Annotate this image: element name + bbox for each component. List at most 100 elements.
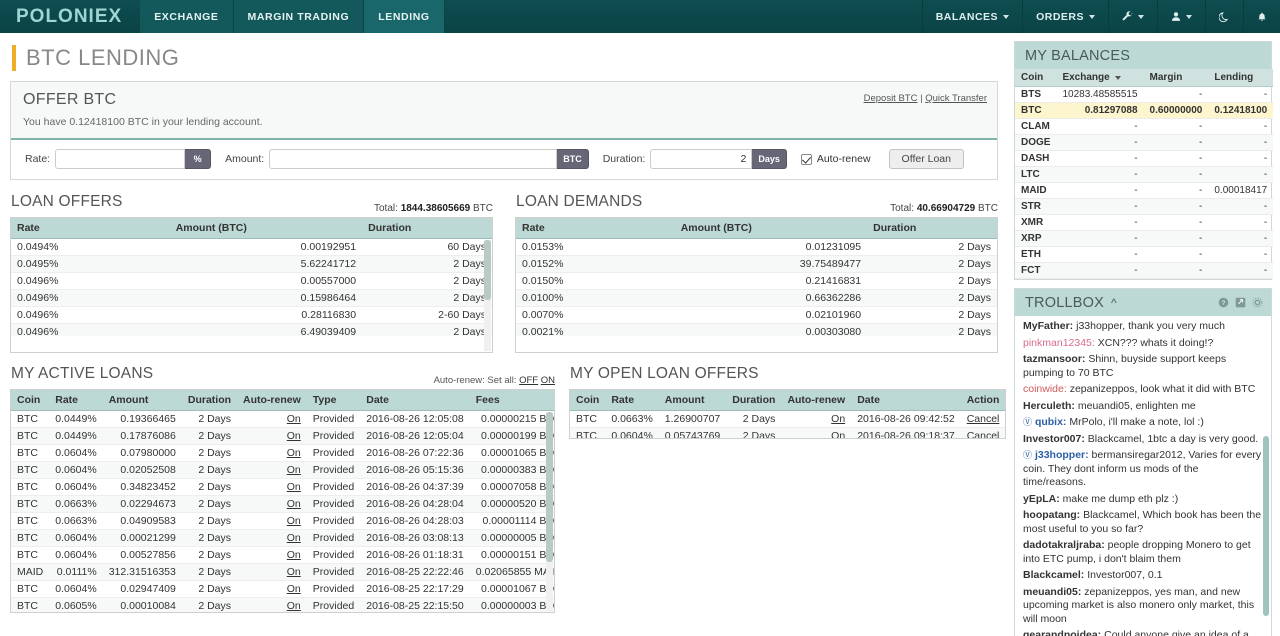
gear-icon[interactable] <box>1252 297 1263 308</box>
table-row[interactable]: BTC 0.0604% 0.07980000 2 Days On Provided 2016… <box>11 444 554 462</box>
trollbox-username[interactable]: MyFather: <box>1023 320 1073 332</box>
table-row[interactable]: 0.0153% 0.01231095 2 Days <box>516 238 997 256</box>
scrollbar-thumb[interactable] <box>484 240 491 300</box>
popout-icon[interactable] <box>1235 297 1246 308</box>
trollbox-username[interactable]: tazmansoor: <box>1023 353 1085 365</box>
autorenew-toggle[interactable]: Auto-renew <box>800 153 871 165</box>
table-row[interactable]: 0.0494% 0.00192951 60 Days <box>11 238 492 256</box>
col-amount[interactable]: Amount <box>102 390 182 411</box>
col-coin[interactable]: Coin <box>11 390 50 411</box>
cell-autorenew[interactable]: On <box>781 427 852 438</box>
cell-action[interactable]: Cancel <box>960 410 1006 428</box>
col-autorenew[interactable]: Auto-renew <box>237 390 307 411</box>
autorenew-on-link[interactable]: On <box>287 566 301 578</box>
table-row[interactable]: BTC 0.0663% 1.26900707 2 Days On 2016-08-26 0… <box>570 410 1006 428</box>
balance-row[interactable]: CLAM - - - <box>1015 118 1274 135</box>
rate-input[interactable] <box>55 149 186 169</box>
autorenew-checkbox[interactable] <box>800 153 812 165</box>
trollbox-username[interactable]: coinwide: <box>1023 383 1067 395</box>
table-row[interactable]: 0.0100% 0.66362286 2 Days <box>516 289 997 307</box>
col-margin[interactable]: Margin <box>1143 69 1209 87</box>
autorenew-on-link[interactable]: On <box>287 430 301 442</box>
chevron-up-icon[interactable]: ^ <box>1111 296 1117 310</box>
col-rate[interactable]: Rate <box>49 390 103 411</box>
trollbox-username[interactable]: meuandi05: <box>1023 586 1081 598</box>
trollbox-username[interactable]: Blackcamel: <box>1023 569 1084 581</box>
col-exchange[interactable]: Exchange <box>1056 69 1144 87</box>
col-lending[interactable]: Lending <box>1208 69 1274 87</box>
autorenew-on-link[interactable]: On <box>831 413 845 425</box>
balance-row[interactable]: BTS 10283.48585515- - <box>1015 86 1274 103</box>
autorenew-on-link[interactable]: On <box>287 532 301 544</box>
amount-input[interactable] <box>269 149 558 169</box>
autorenew-on-link[interactable]: On <box>287 481 301 493</box>
col-duration[interactable]: Duration <box>181 390 238 411</box>
open-offers-scroll[interactable]: Coin Rate Amount Duration Auto-renew Dat… <box>570 390 1006 438</box>
trollbox-username[interactable]: Herculeth: <box>1023 400 1075 412</box>
trollbox-username[interactable]: dadotakraljraba: <box>1023 539 1105 551</box>
loan-demands-scroll[interactable]: Rate Amount (BTC) Duration 0.0153% 0.0123… <box>516 218 997 336</box>
nav-account-menu[interactable] <box>1157 0 1205 33</box>
quick-transfer-link[interactable]: Quick Transfer <box>925 93 987 104</box>
col-fees[interactable]: Fees <box>469 390 554 411</box>
col-autorenew[interactable]: Auto-renew <box>781 390 852 411</box>
balance-row[interactable]: MAID - -0.00018417 <box>1015 182 1274 199</box>
cancel-link[interactable]: Cancel <box>967 430 1000 438</box>
active-loans-scrollbar[interactable] <box>546 412 553 611</box>
cell-action[interactable]: Cancel <box>960 427 1006 438</box>
scrollbar-thumb[interactable] <box>546 412 553 562</box>
col-coin[interactable]: Coin <box>570 390 606 411</box>
table-row[interactable]: BTC 0.0663% 0.04909583 2 Days On Provided 2016… <box>11 512 554 530</box>
cell-autorenew[interactable]: On <box>237 444 307 462</box>
autorenew-on-link[interactable]: On <box>287 515 301 527</box>
table-row[interactable]: 0.0070% 0.02101960 2 Days <box>516 306 997 324</box>
loan-offers-scroll[interactable]: Rate Amount (BTC) Duration 0.0494% 0.0019… <box>11 218 492 336</box>
table-row[interactable]: BTC 0.0663% 0.02294673 2 Days On Provided 2016… <box>11 495 554 513</box>
table-row[interactable]: BTC 0.0604% 0.34823452 2 Days On Provided 2016… <box>11 478 554 496</box>
table-row[interactable]: BTC 0.0449% 0.19366465 2 Days On Provided 2016… <box>11 410 554 428</box>
balance-row[interactable]: ETH - - - <box>1015 246 1274 263</box>
trollbox-username[interactable]: j33hopper: <box>1035 449 1089 461</box>
cell-autorenew[interactable]: On <box>237 563 307 581</box>
col-duration[interactable]: Duration <box>362 218 492 239</box>
cell-autorenew[interactable]: On <box>237 597 307 612</box>
trollbox-header[interactable]: TROLLBOX ^ ? <box>1015 289 1271 316</box>
help-icon[interactable]: ? <box>1218 297 1229 308</box>
balance-row[interactable]: FCT - - - <box>1015 262 1274 279</box>
cell-autorenew[interactable]: On <box>237 495 307 513</box>
autorenew-on-link[interactable]: On <box>287 549 301 561</box>
autorenew-on-link[interactable]: On <box>831 430 845 438</box>
nav-tab-margin-trading[interactable]: MARGIN TRADING <box>233 0 365 33</box>
cell-autorenew[interactable]: On <box>237 529 307 547</box>
autorenew-on-link[interactable]: On <box>287 498 301 510</box>
nav-orders-menu[interactable]: ORDERS <box>1022 0 1108 33</box>
table-row[interactable]: 0.0495% 5.62241712 2 Days <box>11 255 492 273</box>
col-rate[interactable]: Rate <box>11 218 170 239</box>
nav-balances-menu[interactable]: BALANCES <box>921 0 1022 33</box>
cell-autorenew[interactable]: On <box>781 410 852 428</box>
nav-notifications[interactable] <box>1243 0 1280 33</box>
cell-autorenew[interactable]: On <box>237 461 307 479</box>
nav-tab-lending[interactable]: LENDING <box>364 0 445 33</box>
balance-row[interactable]: XMR - - - <box>1015 214 1274 231</box>
table-row[interactable]: BTC 0.0605% 0.00010084 2 Days On Provided 2016… <box>11 597 554 612</box>
setall-on-link[interactable]: ON <box>541 375 555 386</box>
col-date[interactable]: Date <box>360 390 470 411</box>
cell-autorenew[interactable]: On <box>237 410 307 428</box>
col-duration[interactable]: Duration <box>867 218 997 239</box>
balance-row[interactable]: XRP - - - <box>1015 230 1274 247</box>
table-row[interactable]: 0.0496% 0.00557000 2 Days <box>11 272 492 290</box>
table-row[interactable]: BTC 0.0604% 0.02052508 2 Days On Provided 2016… <box>11 461 554 479</box>
autorenew-on-link[interactable]: On <box>287 583 301 595</box>
active-loans-scroll[interactable]: Coin Rate Amount Duration Auto-renew Typ… <box>11 390 554 612</box>
col-action[interactable]: Action <box>960 390 1006 411</box>
nav-tools-menu[interactable] <box>1108 0 1157 33</box>
balance-row[interactable]: BTC 0.81297088 0.60000000 0.12418100 <box>1015 102 1274 119</box>
cell-autorenew[interactable]: On <box>237 427 307 445</box>
table-row[interactable]: MAID 0.0111% 312.31516353 2 Days On Provided 2… <box>11 563 554 581</box>
table-row[interactable]: BTC 0.0604% 0.00527856 2 Days On Provided 2016… <box>11 546 554 564</box>
col-type[interactable]: Type <box>306 390 361 411</box>
col-date[interactable]: Date <box>851 390 961 411</box>
deposit-btc-link[interactable]: Deposit BTC <box>864 93 918 104</box>
brand-logo[interactable]: POLONIEX <box>0 0 140 33</box>
